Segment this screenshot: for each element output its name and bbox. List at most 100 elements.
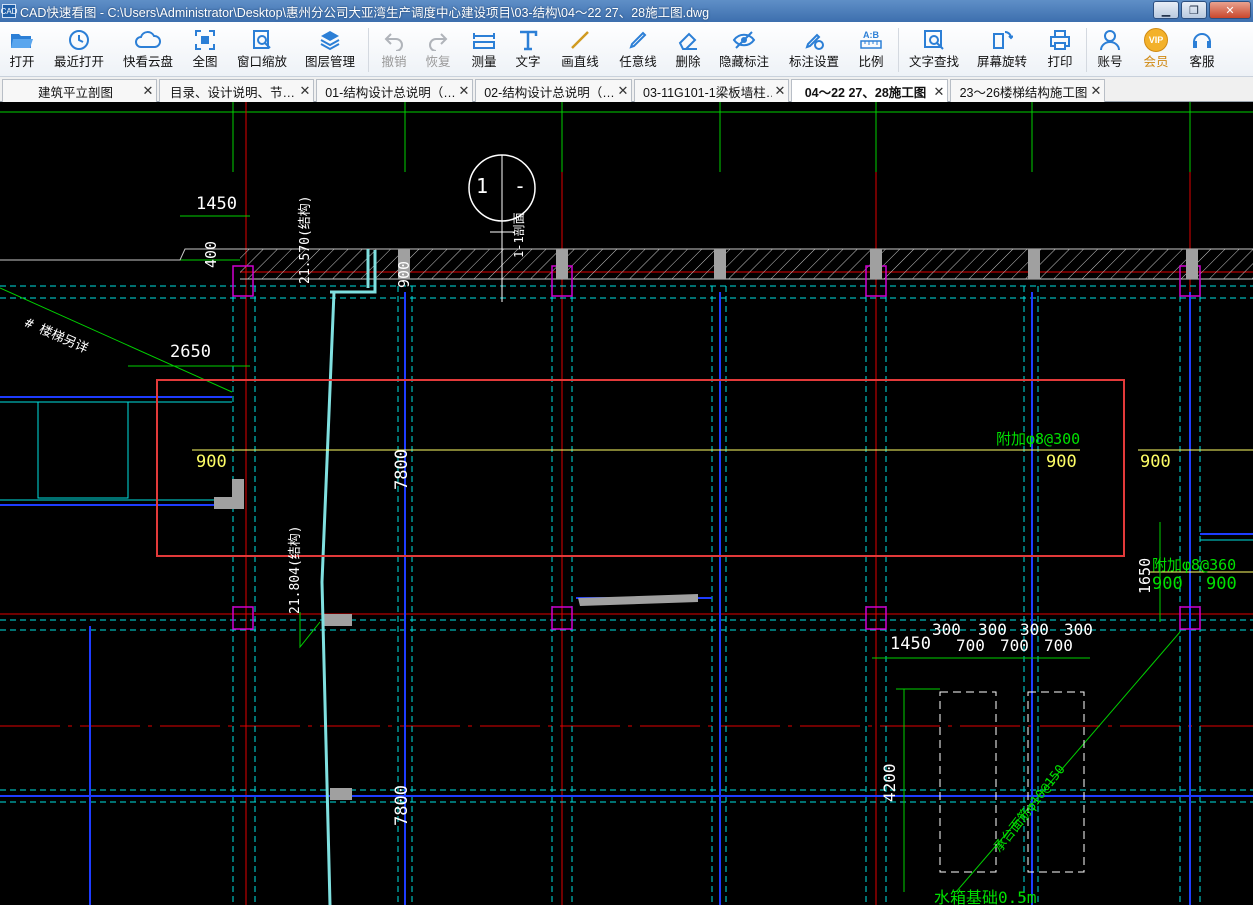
dimension-text: 900 <box>1046 452 1077 472</box>
delete-button[interactable]: 删除 <box>672 26 704 74</box>
layers-button[interactable]: 图层管理 <box>302 26 358 74</box>
annotation-settings-label: 标注设置 <box>788 55 839 69</box>
hide-annotation-button[interactable]: 隐藏标注 <box>716 26 772 74</box>
app-icon: CAD <box>1 4 17 18</box>
dimension-text: 7800 <box>392 449 412 490</box>
fit-all-button[interactable]: 全图 <box>188 26 222 74</box>
freehand-label: 任意线 <box>619 55 657 69</box>
account-button[interactable]: 账号 <box>1094 26 1126 74</box>
open-button[interactable]: 打开 <box>6 26 38 74</box>
dimension-text: 900 <box>196 452 227 472</box>
tab-label: 23～26楼梯结构施工图 <box>959 85 1088 100</box>
dimension-text: 4200 <box>880 763 899 802</box>
maximize-button[interactable]: ❐ <box>1181 1 1207 19</box>
delete-label: 删除 <box>675 55 701 69</box>
dimension-text: 400 <box>202 240 220 268</box>
recent-button[interactable]: 最近打开 <box>52 26 106 74</box>
window-zoom-label: 窗口缩放 <box>236 55 287 69</box>
tab-structure-notes-01[interactable]: 01-结构设计总说明（… ✕ <box>316 79 473 102</box>
text-button[interactable]: 文字 <box>512 26 544 74</box>
dimension-text: 900 <box>1152 574 1183 594</box>
measure-button[interactable]: 测量 <box>468 26 500 74</box>
column-stubs <box>214 249 1198 800</box>
cloud-button[interactable]: 快看云盘 <box>120 26 176 74</box>
user-icon <box>1099 26 1121 54</box>
window-zoom-icon <box>251 26 273 54</box>
tab-stair-drawing[interactable]: 23～26楼梯结构施工图 ✕ <box>950 79 1105 102</box>
print-label: 打印 <box>1047 55 1073 69</box>
redo-icon <box>427 26 449 54</box>
support-label: 客服 <box>1189 55 1215 69</box>
window-zoom-button[interactable]: 窗口缩放 <box>234 26 290 74</box>
elevation-text: 21.804(结构) <box>288 525 303 614</box>
close-icon[interactable]: ✕ <box>931 84 947 100</box>
freehand-button[interactable]: 任意线 <box>616 26 660 74</box>
rotate-icon <box>991 26 1013 54</box>
title-bar: CAD CAD快速看图 - C:\Users\Administrator\Des… <box>0 0 1253 22</box>
close-icon[interactable]: ✕ <box>456 83 472 99</box>
scale-button[interactable]: A:B 比例 <box>854 26 888 74</box>
tab-11g101[interactable]: 03-11G101-1梁板墙柱… ✕ <box>634 79 789 102</box>
grid-lines-green <box>0 102 1253 261</box>
pen-icon <box>627 26 649 54</box>
text-label: 文字 <box>515 55 541 69</box>
annotation-settings-button[interactable]: 标注设置 <box>786 26 842 74</box>
vip-label: 会员 <box>1143 55 1169 69</box>
cad-drawing <box>0 102 1253 905</box>
dimension-text: 900 <box>1206 574 1237 594</box>
redo-button[interactable]: 恢复 <box>422 26 454 74</box>
text-search-icon <box>923 26 945 54</box>
undo-button[interactable]: 撤销 <box>378 26 410 74</box>
measure-label: 测量 <box>471 55 497 69</box>
line-button[interactable]: 画直线 <box>558 26 602 74</box>
account-label: 账号 <box>1097 55 1123 69</box>
close-icon[interactable]: ✕ <box>1088 83 1104 99</box>
headset-icon <box>1191 26 1213 54</box>
slanted-wall <box>320 249 377 905</box>
redo-label: 恢复 <box>425 55 451 69</box>
tab-label: 03-11G101-1梁板墙柱… <box>643 85 772 100</box>
fit-all-label: 全图 <box>192 55 218 69</box>
main-toolbar: 打开 最近打开 快看云盘 全图 窗口缩放 图层管理 撤销 恢复 测量 文字 画直… <box>0 22 1253 77</box>
rebar-note: 附加φ8@300 <box>996 430 1081 448</box>
section-sub: - <box>514 174 527 198</box>
close-icon[interactable]: ✕ <box>615 83 631 99</box>
dimension-text: 7800 <box>392 785 412 826</box>
close-icon[interactable]: ✕ <box>297 83 313 99</box>
layers-label: 图层管理 <box>304 55 355 69</box>
elevation-text: 21.570(结构) <box>298 195 313 284</box>
cloud-label: 快看云盘 <box>122 55 173 69</box>
recent-label: 最近打开 <box>53 55 104 69</box>
tab-structure-notes-02[interactable]: 02-结构设计总说明（… ✕ <box>475 79 632 102</box>
line-label: 画直线 <box>561 55 599 69</box>
section-label: 1-1剖面 <box>512 212 526 258</box>
line-icon <box>569 26 591 54</box>
dimension-text: 700 <box>956 636 985 655</box>
dimension-text: 2650 <box>170 342 211 362</box>
foundation-note: 水箱基础0.5m <box>934 888 1037 905</box>
tab-building-elevation[interactable]: 建筑平立剖图 ✕ <box>2 79 157 102</box>
vip-icon: VIP <box>1144 26 1168 54</box>
support-button[interactable]: 客服 <box>1186 26 1218 74</box>
close-button[interactable]: ✕ <box>1209 1 1251 19</box>
screen-rotate-label: 屏幕旋转 <box>976 55 1027 69</box>
close-icon[interactable]: ✕ <box>772 83 788 99</box>
tab-construction-drawing[interactable]: 04～22 27、28施工图 ✕ <box>791 79 948 103</box>
dimension-text: 900 <box>395 260 413 288</box>
minimize-button[interactable]: ▁ <box>1153 1 1179 19</box>
close-icon[interactable]: ✕ <box>140 83 156 99</box>
hide-annotation-label: 隐藏标注 <box>718 55 769 69</box>
toolbar-separator <box>1086 28 1087 72</box>
print-button[interactable]: 打印 <box>1044 26 1076 74</box>
vip-button[interactable]: VIP 会员 <box>1140 26 1172 74</box>
tab-directory[interactable]: 目录、设计说明、节… ✕ <box>159 79 314 102</box>
printer-icon <box>1049 26 1071 54</box>
dimension-text: 700 <box>1000 636 1029 655</box>
slab-edge-hatch <box>240 249 1253 279</box>
drawing-canvas[interactable]: 1450 400 900 21.570(结构) 21.804(结构) # 楼梯另… <box>0 102 1253 905</box>
tab-label: 01-结构设计总说明（… <box>325 85 456 100</box>
text-search-button[interactable]: 文字查找 <box>906 26 962 74</box>
eye-hidden-icon <box>732 26 756 54</box>
screen-rotate-button[interactable]: 屏幕旋转 <box>974 26 1030 74</box>
tab-label: 目录、设计说明、节… <box>169 85 295 100</box>
